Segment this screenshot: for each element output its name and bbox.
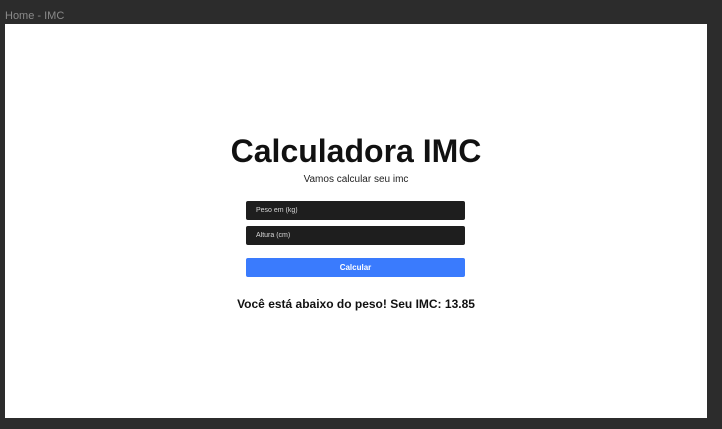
imc-calculator: Calculadora IMC Vamos calcular seu imc C… bbox=[5, 24, 707, 418]
page-subtitle: Vamos calcular seu imc bbox=[303, 174, 409, 185]
height-input[interactable] bbox=[246, 226, 465, 245]
weight-input[interactable] bbox=[246, 201, 465, 220]
result-text: Você está abaixo do peso! Seu IMC: 13.85 bbox=[237, 297, 475, 311]
bottom-bar bbox=[0, 418, 722, 429]
calculate-button[interactable]: Calcular bbox=[246, 258, 465, 277]
window-title: Home - IMC bbox=[5, 10, 65, 22]
page-title: Calculadora IMC bbox=[230, 133, 482, 169]
page-canvas: Calculadora IMC Vamos calcular seu imc C… bbox=[5, 24, 707, 418]
